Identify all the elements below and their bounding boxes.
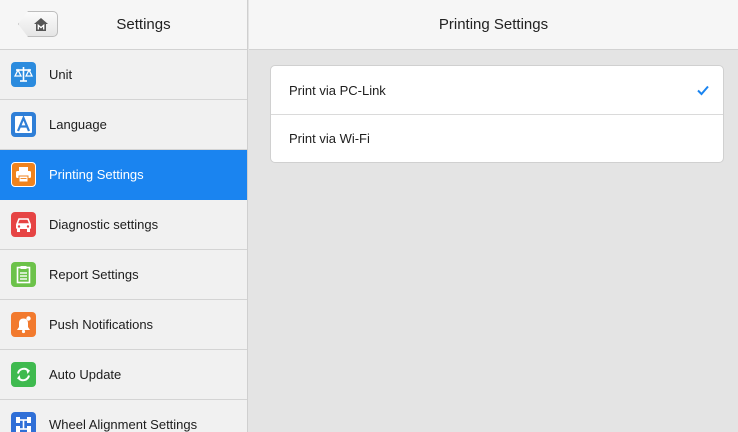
sidebar-item-label: Language: [49, 117, 107, 132]
option-label: Print via Wi-Fi: [289, 131, 370, 146]
sidebar-item-label: Wheel Alignment Settings: [49, 417, 198, 432]
settings-sidebar: Settings Unit Language Printing Settings…: [0, 0, 248, 432]
page-title: Printing Settings: [249, 0, 738, 50]
sidebar-item-wheel-alignment-settings[interactable]: Wheel Alignment Settings: [0, 400, 247, 432]
sidebar-item-push-notifications[interactable]: Push Notifications: [0, 300, 247, 350]
sidebar-item-auto-update[interactable]: Auto Update: [0, 350, 247, 400]
sidebar-item-label: Unit: [49, 67, 73, 82]
option-print-via-pc-link[interactable]: Print via PC-Link: [271, 66, 723, 114]
balance-scale-icon: [11, 62, 36, 87]
printer-icon: [11, 162, 36, 187]
sidebar-item-label: Auto Update: [49, 367, 122, 382]
car-icon: [11, 212, 36, 237]
sidebar-item-label: Push Notifications: [49, 317, 154, 332]
sidebar-item-report-settings[interactable]: Report Settings: [0, 250, 247, 300]
refresh-icon: [11, 362, 36, 387]
checkmark-icon: [697, 85, 709, 96]
sidebar-item-unit[interactable]: Unit: [0, 50, 247, 100]
sidebar-title: Settings: [116, 16, 171, 33]
option-label: Print via PC-Link: [289, 82, 386, 98]
letter-a-icon: [11, 112, 36, 137]
sidebar-item-diagnostic-settings[interactable]: Diagnostic settings: [0, 200, 247, 250]
sidebar-item-label: Diagnostic settings: [49, 217, 159, 232]
clipboard-icon: [11, 262, 36, 287]
sidebar-item-label: Printing Settings: [49, 167, 144, 182]
wheel-alignment-icon: [11, 412, 36, 432]
bell-icon: [11, 312, 36, 337]
sidebar-item-printing-settings[interactable]: Printing Settings: [0, 150, 247, 200]
option-print-via-wifi[interactable]: Print via Wi-Fi: [271, 114, 723, 162]
sidebar-item-language[interactable]: Language: [0, 100, 247, 150]
sidebar-header: Settings: [0, 0, 247, 50]
printing-options-list: Print via PC-Link Print via Wi-Fi: [270, 65, 724, 163]
sidebar-item-label: Report Settings: [49, 267, 139, 282]
